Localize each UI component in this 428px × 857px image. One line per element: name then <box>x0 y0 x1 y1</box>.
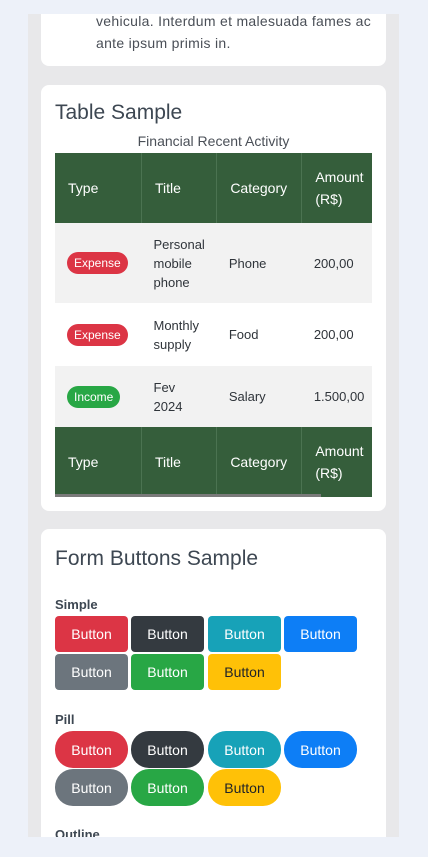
header-type: Type <box>55 153 142 223</box>
text-card: vehicula. Interdum et malesuada fames ac… <box>41 14 386 66</box>
table-card: Table Sample Financial Recent Activity T… <box>41 85 386 511</box>
dark-pill-button[interactable]: Button <box>131 731 204 768</box>
status-badge: Expense <box>67 252 128 274</box>
status-badge: Income <box>67 385 121 408</box>
footer-title: Title <box>141 427 218 497</box>
success-pill-button[interactable]: Button <box>131 769 204 806</box>
footer-type: Type <box>55 427 142 497</box>
amount-cell: 1.500,00 <box>301 366 372 427</box>
status-badge: Expense <box>67 323 128 346</box>
type-cell: Expense <box>55 303 142 366</box>
danger-pill-button[interactable]: Button <box>55 731 128 768</box>
secondary-pill-button[interactable]: Button <box>55 769 128 806</box>
success-button[interactable]: Button <box>131 654 204 690</box>
pill-label: Pill <box>55 712 75 727</box>
table-row: Expense Personal mobile phone Phone 200,… <box>55 223 372 303</box>
outline-label: Outline <box>55 827 100 837</box>
form-buttons-card: Form Buttons Sample Simple Button Button… <box>41 529 386 837</box>
type-cell: Income <box>55 366 142 427</box>
table-row: Expense Monthly supply Food 200,00 <box>55 303 372 366</box>
footer-category: Category <box>216 427 303 497</box>
title-cell: Monthly supply <box>141 303 217 366</box>
footer-amount: Amount (R$) <box>301 427 372 497</box>
amount-cell: 200,00 <box>301 303 372 366</box>
category-cell: Salary <box>216 366 302 427</box>
header-amount: Amount (R$) <box>301 153 372 223</box>
info-button[interactable]: Button <box>208 616 281 652</box>
body-text: vehicula. Interdum et malesuada fames ac… <box>96 14 372 51</box>
warning-button[interactable]: Button <box>208 654 281 690</box>
secondary-button[interactable]: Button <box>55 654 128 690</box>
content-frame: vehicula. Interdum et malesuada fames ac… <box>28 14 399 837</box>
title-cell: Fev 2024 <box>141 366 217 427</box>
table-footer-row: Type Title Category Amount (R$) <box>55 427 372 497</box>
category-cell: Phone <box>216 223 302 303</box>
table-caption: Financial Recent Activity <box>137 133 290 149</box>
form-card-title: Form Buttons Sample <box>55 547 259 570</box>
header-category: Category <box>216 153 303 223</box>
primary-button[interactable]: Button <box>284 616 357 652</box>
type-cell: Expense <box>55 223 142 303</box>
dark-button[interactable]: Button <box>131 616 204 652</box>
amount-cell: 200,00 <box>301 223 372 303</box>
category-cell: Food <box>216 303 302 366</box>
table-row: Income Fev 2024 Salary 1.500,00 <box>55 366 372 427</box>
warning-pill-button[interactable]: Button <box>208 769 281 806</box>
table-header-row: Type Title Category Amount (R$) <box>55 153 372 223</box>
primary-pill-button[interactable]: Button <box>284 731 357 768</box>
financial-table: Type Title Category Amount (R$) Expense … <box>55 153 372 497</box>
title-cell: Personal mobile phone <box>141 223 217 303</box>
simple-label: Simple <box>55 597 98 612</box>
table-card-title: Table Sample <box>55 101 183 124</box>
info-pill-button[interactable]: Button <box>208 731 281 768</box>
danger-button[interactable]: Button <box>55 616 128 652</box>
horizontal-scrollbar[interactable] <box>55 494 321 497</box>
header-title: Title <box>141 153 218 223</box>
table-scroll-container[interactable]: Type Title Category Amount (R$) Expense … <box>55 153 372 497</box>
